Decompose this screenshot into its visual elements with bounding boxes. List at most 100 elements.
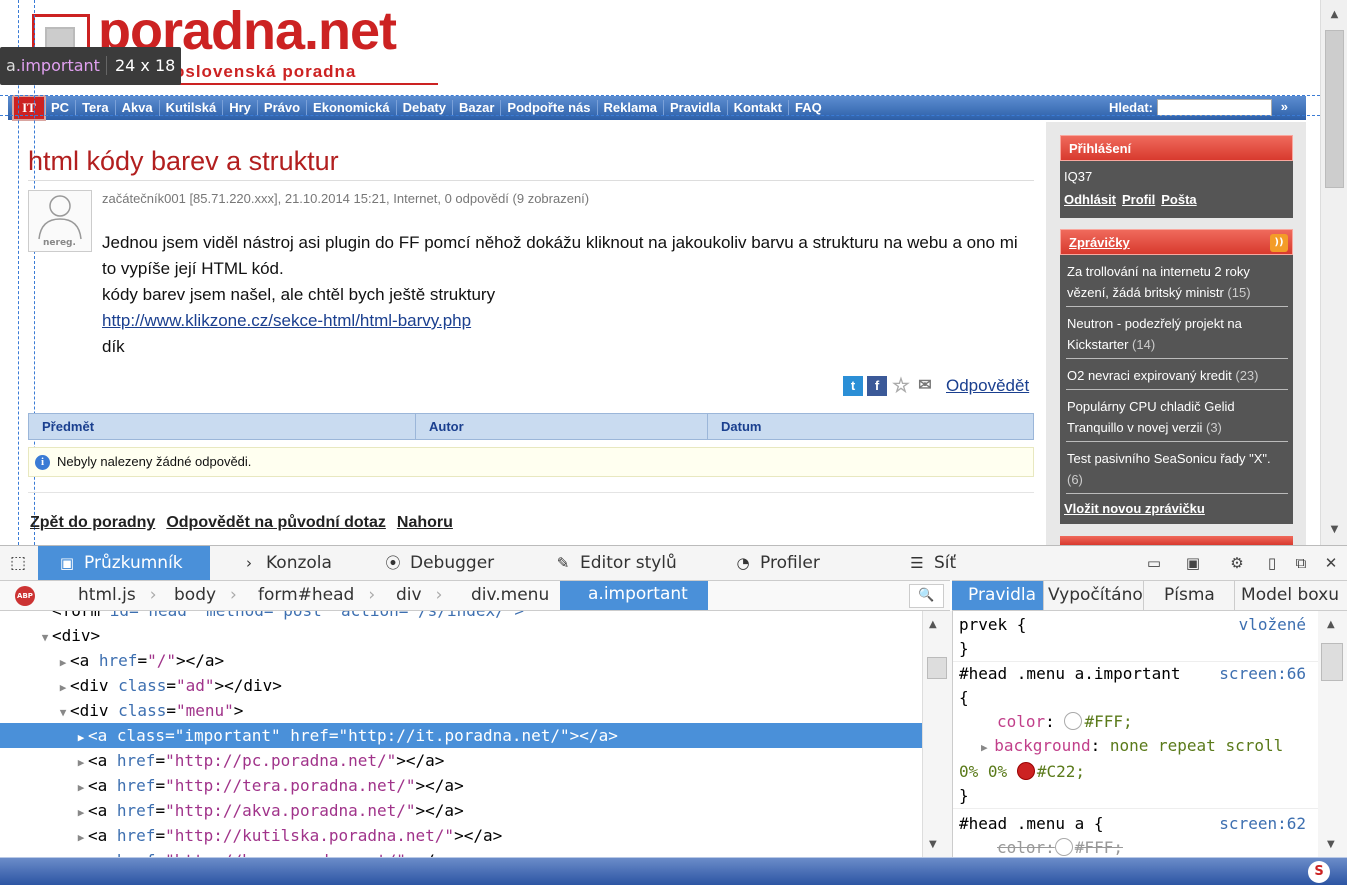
rule-source[interactable]: vložené xyxy=(1239,613,1306,637)
menu-item[interactable]: Pravidla xyxy=(662,100,727,116)
news-item[interactable]: Populárny CPU chladič Gelid Tranquillo v… xyxy=(1066,390,1288,442)
property-value[interactable]: none repeat scroll xyxy=(1110,736,1283,755)
breadcrumb-item[interactable]: div.menu xyxy=(471,585,549,605)
expand-twisty-icon[interactable]: ▶ xyxy=(74,725,88,750)
column-date[interactable]: Datum xyxy=(708,414,1033,439)
menu-item[interactable]: Reklama xyxy=(596,100,663,116)
color-swatch[interactable] xyxy=(1064,712,1083,730)
rule-source[interactable]: screen:66 xyxy=(1219,662,1306,686)
column-author[interactable]: Autor xyxy=(416,414,708,439)
menu-item[interactable]: Hry xyxy=(222,100,257,116)
close-icon[interactable]: ✕ xyxy=(1321,553,1341,573)
tab-fonts[interactable]: Písma xyxy=(1144,581,1236,610)
tab-profiler[interactable]: ◔ Profiler xyxy=(704,546,880,581)
scroll-thumb[interactable] xyxy=(1325,30,1344,188)
adblock-icon[interactable]: ABP xyxy=(15,586,35,606)
pick-element-icon[interactable]: ⬚ xyxy=(0,546,38,581)
property-value[interactable]: #C22; xyxy=(1037,762,1085,781)
scroll-down-arrow-icon[interactable]: ▼ xyxy=(929,839,937,850)
undock-icon[interactable]: ⧉ xyxy=(1291,553,1311,573)
expand-twisty-icon[interactable]: ▶ xyxy=(74,825,88,850)
markup-node[interactable]: ▶ <a class="important" href="http://it.po… xyxy=(0,723,922,748)
tab-style-editor[interactable]: ✎ Editor stylů xyxy=(532,546,704,581)
facebook-icon[interactable]: f xyxy=(867,376,887,396)
expand-twisty-icon[interactable]: ▼ xyxy=(56,700,70,725)
markup-node[interactable]: ▼ <div> xyxy=(0,623,922,648)
menu-item[interactable]: Podpořte nás xyxy=(500,100,596,116)
markup-scrollbar[interactable]: ▲ ▼ xyxy=(922,611,952,857)
markup-node[interactable]: ▼ <div class="menu"> xyxy=(0,698,922,723)
news-item[interactable]: O2 nevraci expirovaný kredit (23) xyxy=(1066,359,1288,390)
console-toggle-icon[interactable]: ▭ xyxy=(1144,553,1164,573)
tab-box-model[interactable]: Model boxu xyxy=(1235,581,1347,610)
scroll-down-arrow-icon[interactable]: ▼ xyxy=(1327,839,1335,850)
menu-item[interactable]: Kontakt xyxy=(726,100,788,116)
markup-view[interactable]: <form id="head" method="post" action="/s… xyxy=(0,611,922,857)
markup-node[interactable]: ▶ <a href="http://akva.poradna.net/"></a> xyxy=(0,798,922,823)
search-go-button[interactable]: » xyxy=(1281,99,1288,114)
menu-item[interactable]: Právo xyxy=(256,100,306,116)
twitter-icon[interactable]: t xyxy=(843,376,863,396)
rule-declaration-continued[interactable]: 0% 0% #C22; xyxy=(953,760,1318,784)
menu-item[interactable]: Debaty xyxy=(395,100,452,116)
expand-twisty-icon[interactable]: ▶ xyxy=(56,650,70,675)
rule-declaration[interactable]: color: #FFF; xyxy=(953,710,1318,734)
tab-network[interactable]: ☰ Síť xyxy=(880,546,990,581)
reply-link[interactable]: Odpovědět xyxy=(946,376,1029,396)
breadcrumb-item[interactable]: html.js › xyxy=(78,585,157,605)
reply-original-link[interactable]: Odpovědět na původní dotaz xyxy=(166,514,386,532)
column-subject[interactable]: Předmět xyxy=(29,414,416,439)
profile-link[interactable]: Profil xyxy=(1122,192,1155,207)
news-title[interactable]: Zprávičky)) xyxy=(1060,229,1293,255)
expand-twisty-icon[interactable]: ▶ xyxy=(74,775,88,800)
menu-item[interactable]: Ekonomická xyxy=(306,100,396,116)
news-item[interactable]: Neutron - podezřelý projekt na Kickstart… xyxy=(1066,307,1288,359)
markup-node[interactable]: ▶<a href="http://hry.poradna.net/"></a> xyxy=(0,848,922,857)
breadcrumb-item[interactable]: form#head › xyxy=(258,585,375,605)
settings-gear-icon[interactable]: ⚙ xyxy=(1227,553,1247,573)
skype-icon[interactable]: S xyxy=(1308,861,1330,883)
menu-item[interactable]: FAQ xyxy=(787,100,828,116)
expand-twisty-icon[interactable]: ▶ xyxy=(74,750,88,775)
breadcrumb-item-active[interactable]: a.important xyxy=(560,581,708,610)
rule-declaration-overridden[interactable]: color: #FFF; xyxy=(953,836,1318,857)
news-item[interactable]: Test pasivního SeaSonicu řady "X". (6) xyxy=(1066,442,1288,494)
news-item[interactable]: Za trollování na internetu 2 roky vězení… xyxy=(1066,255,1288,307)
mail-icon[interactable]: ✉ xyxy=(915,376,935,396)
menu-item[interactable]: Tera xyxy=(75,100,115,116)
question-link[interactable]: http://www.klikzone.cz/sekce-html/html-b… xyxy=(102,311,471,330)
menu-item[interactable]: Akva xyxy=(114,100,159,116)
breadcrumb-item[interactable]: body › xyxy=(174,585,237,605)
rule-source[interactable]: screen:62 xyxy=(1219,812,1306,836)
rules-scrollbar[interactable]: ▲ ▼ xyxy=(1318,611,1347,857)
page-scrollbar[interactable]: ▲ ▼ xyxy=(1320,0,1347,545)
expand-twisty-icon[interactable]: ▶ xyxy=(74,800,88,825)
color-swatch[interactable] xyxy=(1054,838,1073,856)
rule-declaration[interactable]: ▶ background: none repeat scroll xyxy=(953,734,1318,760)
markup-node[interactable]: ▶ <div class="ad"></div> xyxy=(0,673,922,698)
property-value[interactable]: #FFF; xyxy=(1084,712,1132,731)
expand-twisty-icon[interactable]: ▼ xyxy=(38,625,52,650)
tab-rules[interactable]: Pravidla xyxy=(952,581,1044,610)
markup-node[interactable]: ▶ <a href="http://pc.poradna.net/"></a> xyxy=(0,748,922,773)
expand-twisty-icon[interactable]: ▶ xyxy=(56,675,70,700)
tab-debugger[interactable]: ⦿ Debugger xyxy=(356,546,532,581)
scroll-up-arrow-icon[interactable]: ▲ xyxy=(929,619,937,630)
responsive-mode-icon[interactable]: ▣ xyxy=(1183,553,1203,573)
rule-selector[interactable]: #head .menu a.important xyxy=(959,664,1181,683)
top-link[interactable]: Nahoru xyxy=(397,514,453,532)
search-icon[interactable]: 🔍 xyxy=(909,584,944,608)
scroll-up-arrow-icon[interactable]: ▲ xyxy=(1321,4,1347,26)
menu-item[interactable]: Kutilská xyxy=(158,100,223,116)
scroll-up-arrow-icon[interactable]: ▲ xyxy=(1327,619,1335,630)
tab-inspector[interactable]: ▣ Průzkumník xyxy=(38,545,210,581)
dock-side-icon[interactable]: ▯ xyxy=(1262,553,1282,573)
scroll-thumb[interactable] xyxy=(927,657,947,679)
expand-twisty-icon[interactable]: ▶ xyxy=(74,850,88,857)
add-news-link[interactable]: Vložit novou zprávičku xyxy=(1060,494,1293,523)
markup-node[interactable]: ▶ <a href="/"></a> xyxy=(0,648,922,673)
markup-node[interactable]: <form id="head" method="post" action="/s… xyxy=(0,611,922,623)
tab-computed[interactable]: Vypočítáno xyxy=(1044,581,1144,610)
expand-twisty-icon[interactable]: ▶ xyxy=(981,741,994,754)
rule-selector[interactable]: prvek { xyxy=(959,615,1026,634)
